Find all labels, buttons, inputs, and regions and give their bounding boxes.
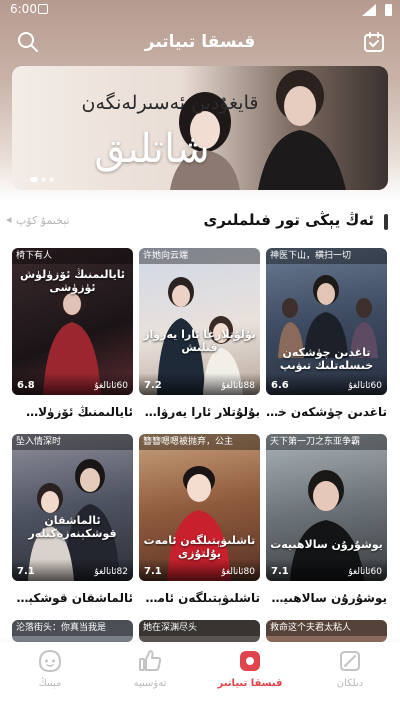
discover-icon <box>340 651 360 671</box>
section-accent-bar <box>384 214 388 230</box>
episode-count: 88ئاتالغۇ <box>221 381 255 391</box>
chevron-left-icon: ◂ <box>6 213 12 226</box>
tab-short-theater[interactable]: قىسقا تىياتىر <box>210 648 290 689</box>
drama-card[interactable]: 救命这个夫君太粘人 <box>266 620 387 642</box>
signal-icon <box>362 4 376 16</box>
episode-count: 60ئاتالغۇ <box>348 567 382 577</box>
poster-cn-title: 天下第一刀之东亚争霸 <box>266 434 387 450</box>
checkin-calendar-icon[interactable] <box>362 30 386 54</box>
short-theater-icon <box>240 651 260 671</box>
drama-name: ئايالىمنىڭ ئۆزۈلاش ئۈ... <box>12 405 133 419</box>
tab-profile[interactable]: مېنىڭ <box>10 648 90 689</box>
tab-recommend[interactable]: تەۋسىيە <box>110 648 190 689</box>
drama-card[interactable]: 沦落街头：你真当我是 <box>12 620 133 642</box>
banner-subtitle: قايغۇدىن ئەسىرلەنگەن <box>81 92 259 114</box>
pager-dot <box>41 177 46 182</box>
drama-name: يوشۇرۇن سالاھىيەت <box>266 591 387 605</box>
drama-poster: 簪簪嗯嗯被抛弃，公主 تاشلىۋېتىلگەن ئامەت يۇلتۇزى 7… <box>139 434 260 581</box>
banner-title: شاتلىق <box>94 126 210 172</box>
drama-card[interactable]: 天下第一刀之东亚争霸 يوشۇرۇن سالاھىيەت 7.1 60ئاتال… <box>266 434 387 605</box>
episode-count: 60ئاتالغۇ <box>94 381 128 391</box>
bottom-tab-bar: مېنىڭ تەۋسىيە قىسقا تىياتىر دىلكان <box>0 642 400 711</box>
rating-badge: 6.8 <box>17 380 35 391</box>
drama-poster: 神医下山，横扫一切 تاغدىن چۈشكەن خىسلەتلىك تىۋىپ … <box>266 248 387 395</box>
poster-cn-title: 椅下有人 <box>12 248 133 264</box>
poster-title: يوشۇرۇن سالاھىيەت <box>270 538 383 551</box>
battery-icon <box>385 4 392 16</box>
drama-poster: 沦落街头：你真当我是 <box>12 620 133 642</box>
poster-title: ئايالىمنىڭ ئۆزۈلۈش ئۈزۈشى <box>20 268 125 294</box>
drama-name: بۇلۇتلار ئارا يەرۋاز قى... <box>139 405 260 419</box>
rating-badge: 7.1 <box>271 566 289 577</box>
tab-label: دىلكان <box>336 678 364 689</box>
drama-poster: 救命这个夫君太粘人 <box>266 620 387 642</box>
drama-poster: 许她向云端 بۇلۇتلارغا ئارا يەرۋاز قىلىش 7.2 8… <box>139 248 260 395</box>
drama-name: ئالماشقان قوشكېنەزەكلەر <box>12 591 133 605</box>
section-title: ئەڭ يېڭى تور فىلملىرى <box>203 211 374 229</box>
pager-dot-active <box>30 177 38 182</box>
drama-card[interactable]: 椅下有人 ئايالىمنىڭ ئۆزۈلۈش ئۈزۈشى 6.8 60ئات… <box>12 248 133 419</box>
pager-dot <box>49 177 54 182</box>
poster-title: تاغدىن چۈشكەن خىسلەتلىك تىۋىپ <box>279 346 374 372</box>
profile-face-icon <box>38 649 62 673</box>
poster-cn-title: 神医下山，横扫一切 <box>266 248 387 264</box>
poster-title: بۇلۇتلارغا ئارا يەرۋاز قىلىش <box>143 328 256 354</box>
status-bar: 6:00 <box>0 0 400 20</box>
rating-badge: 6.6 <box>271 380 289 391</box>
poster-title: ئالماشقان قوشكېنەزەكىلەر <box>28 514 117 540</box>
poster-cn-title: 簪簪嗯嗯被抛弃，公主 <box>139 434 260 450</box>
poster-cn-title: 许她向云端 <box>139 248 260 264</box>
more-link[interactable]: تېخىمۇ كۆپ <box>16 214 70 227</box>
page-title: قىسقا تىياتىر <box>144 32 256 52</box>
banner-pager <box>30 177 54 182</box>
episode-count: 60ئاتالغۇ <box>348 381 382 391</box>
poster-cn-title: 她在深渊尽头 <box>139 620 260 636</box>
drama-poster: 坠入情深时 ئالماشقان قوشكېنەزەكىلەر 7.1 82ئات… <box>12 434 133 581</box>
drama-card[interactable]: 坠入情深时 ئالماشقان قوشكېنەزەكىلەر 7.1 82ئات… <box>12 434 133 605</box>
poster-title: تاشلىۋېتىلگەن ئامەت يۇلتۇزى <box>143 534 256 560</box>
drama-card[interactable]: 许她向云端 بۇلۇتلارغا ئارا يەرۋاز قىلىش 7.2 8… <box>139 248 260 419</box>
poster-figure-image <box>278 275 378 358</box>
tab-label: قىسقا تىياتىر <box>217 678 283 689</box>
rating-badge: 7.1 <box>17 566 35 577</box>
drama-poster: 椅下有人 ئايالىمنىڭ ئۆزۈلۈش ئۈزۈشى 6.8 60ئات… <box>12 248 133 395</box>
drama-name: تاشلىۋېتىلگەن ئامەت... <box>139 591 260 605</box>
drama-card[interactable]: 神医下山，横扫一切 تاغدىن چۈشكەن خىسلەتلىك تىۋىپ … <box>266 248 387 419</box>
thumbs-up-icon <box>139 650 162 671</box>
rating-badge: 7.2 <box>144 380 162 391</box>
tab-discover[interactable]: دىلكان <box>310 648 390 689</box>
status-time: 6:00 <box>10 2 37 16</box>
poster-cn-title: 沦落街头：你真当我是 <box>12 620 133 636</box>
drama-name: تاغدىن چۈشكەن خى... <box>266 405 387 419</box>
banner-actor-image <box>258 70 346 190</box>
tab-label: مېنىڭ <box>38 678 62 689</box>
drama-poster: 她在深渊尽头 <box>139 620 260 642</box>
episode-count: 82ئاتالغۇ <box>94 567 128 577</box>
episode-count: 80ئاتالغۇ <box>221 567 255 577</box>
drama-card[interactable]: 簪簪嗯嗯被抛弃，公主 تاشلىۋېتىلگەن ئامەت يۇلتۇزى 7… <box>139 434 260 605</box>
drama-poster: 天下第一刀之东亚争霸 يوشۇرۇن سالاھىيەت 7.1 60ئاتال… <box>266 434 387 581</box>
section-header: ◂ تېخىمۇ كۆپ ئەڭ يېڭى تور فىلملىرى <box>6 210 388 234</box>
tab-label: تەۋسىيە <box>133 678 167 689</box>
poster-cn-title: 救命这个夫君太粘人 <box>266 620 387 636</box>
poster-cn-title: 坠入情深时 <box>12 434 133 450</box>
top-bar: قىسقا تىياتىر <box>0 28 400 58</box>
featured-banner[interactable]: قايغۇدىن ئەسىرلەنگەن شاتلىق <box>12 66 388 190</box>
rating-badge: 7.1 <box>144 566 162 577</box>
notification-icon <box>38 4 48 14</box>
drama-card[interactable]: 她在深渊尽头 <box>139 620 260 642</box>
